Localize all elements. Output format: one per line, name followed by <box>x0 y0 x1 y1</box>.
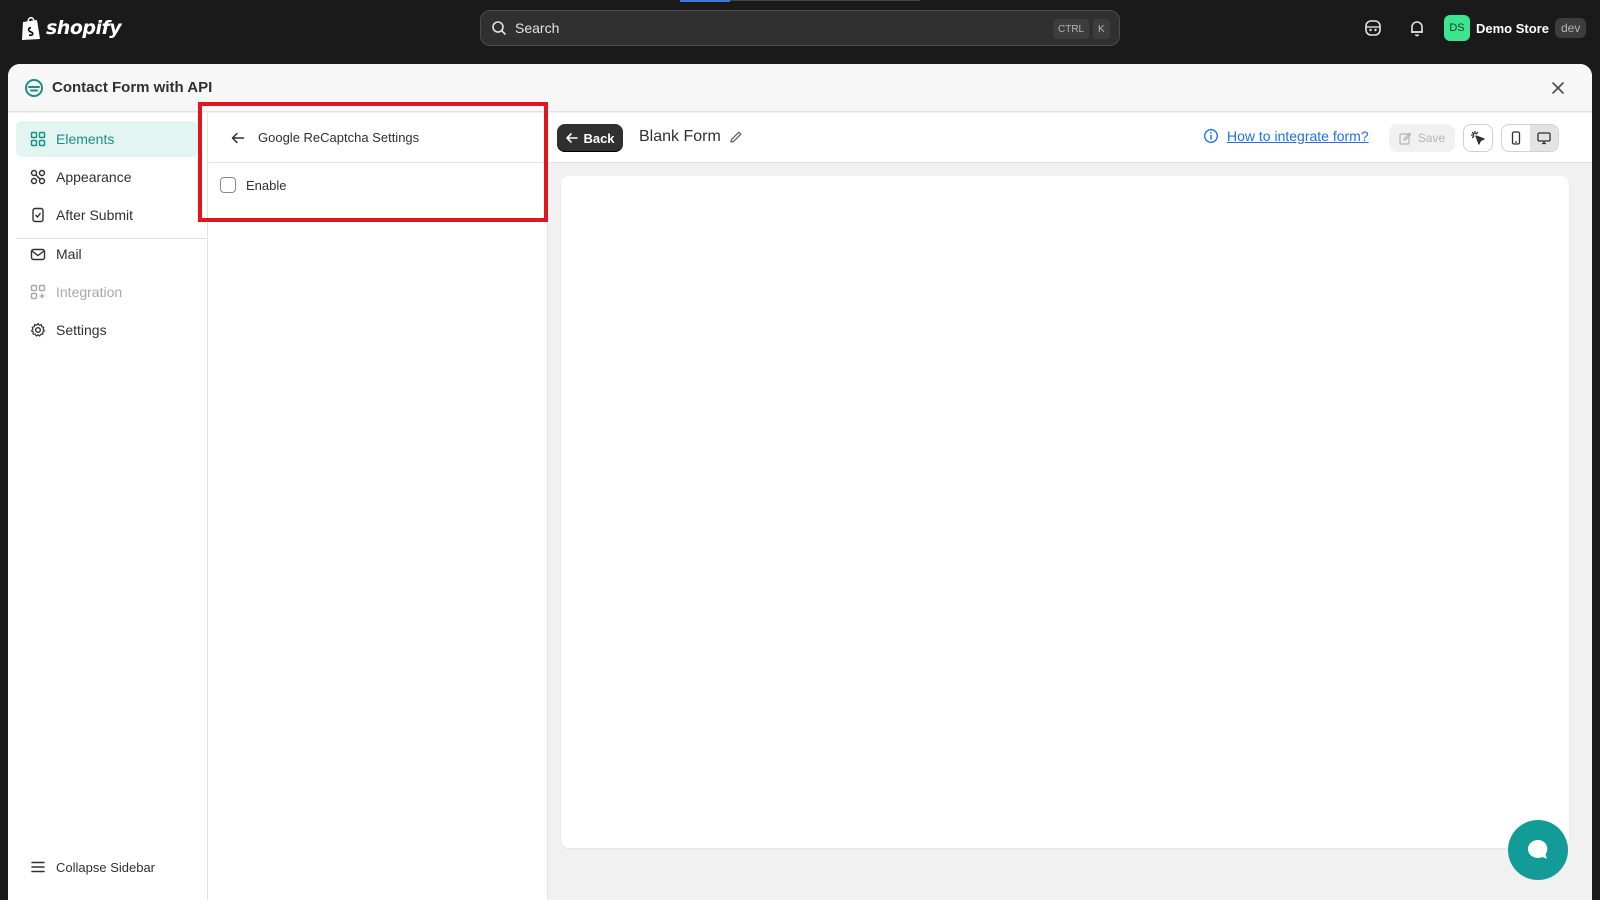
shortcut-k: K <box>1093 19 1110 39</box>
info-icon <box>1203 128 1219 144</box>
mobile-view-button[interactable] <box>1502 125 1530 151</box>
shortcut-ctrl: CTRL <box>1053 19 1090 39</box>
back-label: Back <box>583 130 615 146</box>
sidebar-item-label: Integration <box>56 284 123 300</box>
sidebar-item-integration[interactable]: Integration <box>16 274 198 310</box>
form-title-text: Blank Form <box>639 128 721 145</box>
admin-topbar: shopify Search CTRL K DS Demo Store dev <box>0 0 1600 56</box>
search-icon <box>492 21 507 36</box>
form-canvas[interactable] <box>561 176 1569 848</box>
collapse-sidebar-label: Collapse Sidebar <box>56 859 156 875</box>
device-toggle <box>1501 124 1559 152</box>
editor-toolbar: Back Blank Form How to integrate form? S… <box>549 113 1592 163</box>
arrow-left-icon[interactable] <box>230 130 246 146</box>
sidebar-item-label: Settings <box>56 322 107 338</box>
enable-recaptcha-row[interactable]: Enable <box>208 163 547 207</box>
search-placeholder: Search <box>515 20 560 36</box>
arrow-left-icon <box>566 133 579 143</box>
sidebar-item-appearance[interactable]: Appearance <box>16 159 198 195</box>
app-title: Contact Form with API <box>52 79 213 96</box>
chat-button[interactable] <box>1508 820 1568 880</box>
mail-icon <box>30 248 46 261</box>
app-window: Contact Form with API Elements Appearanc… <box>8 64 1592 900</box>
loading-track <box>730 0 920 1</box>
app-logo-icon <box>25 78 43 97</box>
after-submit-icon <box>32 207 44 223</box>
mobile-icon <box>1511 131 1521 145</box>
panel-title: Google ReCaptcha Settings <box>258 130 420 145</box>
save-label: Save <box>1417 131 1446 145</box>
loading-indicator <box>680 0 730 2</box>
sidekick-icon[interactable] <box>1363 18 1383 38</box>
enable-checkbox[interactable] <box>220 177 236 193</box>
collapse-sidebar-button[interactable]: Collapse Sidebar <box>16 852 198 882</box>
appearance-icon <box>30 169 46 185</box>
panel-header: Google ReCaptcha Settings <box>208 113 547 163</box>
elements-icon <box>30 131 46 147</box>
sidebar-item-after-submit[interactable]: After Submit <box>16 197 198 233</box>
enable-label: Enable <box>246 177 287 193</box>
pencil-icon[interactable] <box>729 130 743 144</box>
how-to-integrate-link[interactable]: How to integrate form? <box>1203 128 1369 144</box>
close-icon[interactable] <box>1548 78 1568 98</box>
search-input[interactable]: Search CTRL K <box>480 10 1120 46</box>
recaptcha-settings-panel: Google ReCaptcha Settings Enable <box>208 113 548 900</box>
sidebar-item-label: Mail <box>56 246 82 262</box>
sidebar-item-label: After Submit <box>56 207 134 223</box>
chat-bubble-icon <box>1527 839 1548 859</box>
sidebar-item-settings[interactable]: Settings <box>16 312 198 348</box>
cursor-click-icon <box>1470 130 1485 145</box>
back-button[interactable]: Back <box>557 124 623 152</box>
app-header: Contact Form with API <box>8 64 1592 112</box>
sidebar-item-label: Appearance <box>56 169 132 185</box>
select-element-button[interactable] <box>1463 124 1493 152</box>
form-title: Blank Form <box>639 128 743 146</box>
bell-icon[interactable] <box>1407 18 1427 38</box>
help-link-text: How to integrate form? <box>1227 128 1369 144</box>
logo-text: shopify <box>46 17 122 39</box>
sidebar-item-elements[interactable]: Elements <box>16 121 198 157</box>
sidebar-item-mail[interactable]: Mail <box>16 236 198 272</box>
shopify-bag-icon <box>22 16 40 40</box>
desktop-icon <box>1537 132 1551 145</box>
app-sidebar: Elements Appearance After Submit Mail In… <box>8 113 208 900</box>
menu-icon <box>31 861 45 873</box>
desktop-view-button[interactable] <box>1530 125 1558 151</box>
shopify-logo[interactable]: shopify <box>20 14 122 42</box>
sidebar-item-label: Elements <box>56 131 115 147</box>
store-badge: dev <box>1554 18 1587 38</box>
store-name: Demo Store <box>1476 20 1549 36</box>
store-avatar: DS <box>1444 15 1470 41</box>
store-menu[interactable]: DS Demo Store dev <box>1444 14 1587 42</box>
save-button[interactable]: Save <box>1389 124 1455 152</box>
integration-icon <box>30 284 46 300</box>
gear-icon <box>30 322 46 337</box>
save-edit-icon <box>1399 132 1412 145</box>
